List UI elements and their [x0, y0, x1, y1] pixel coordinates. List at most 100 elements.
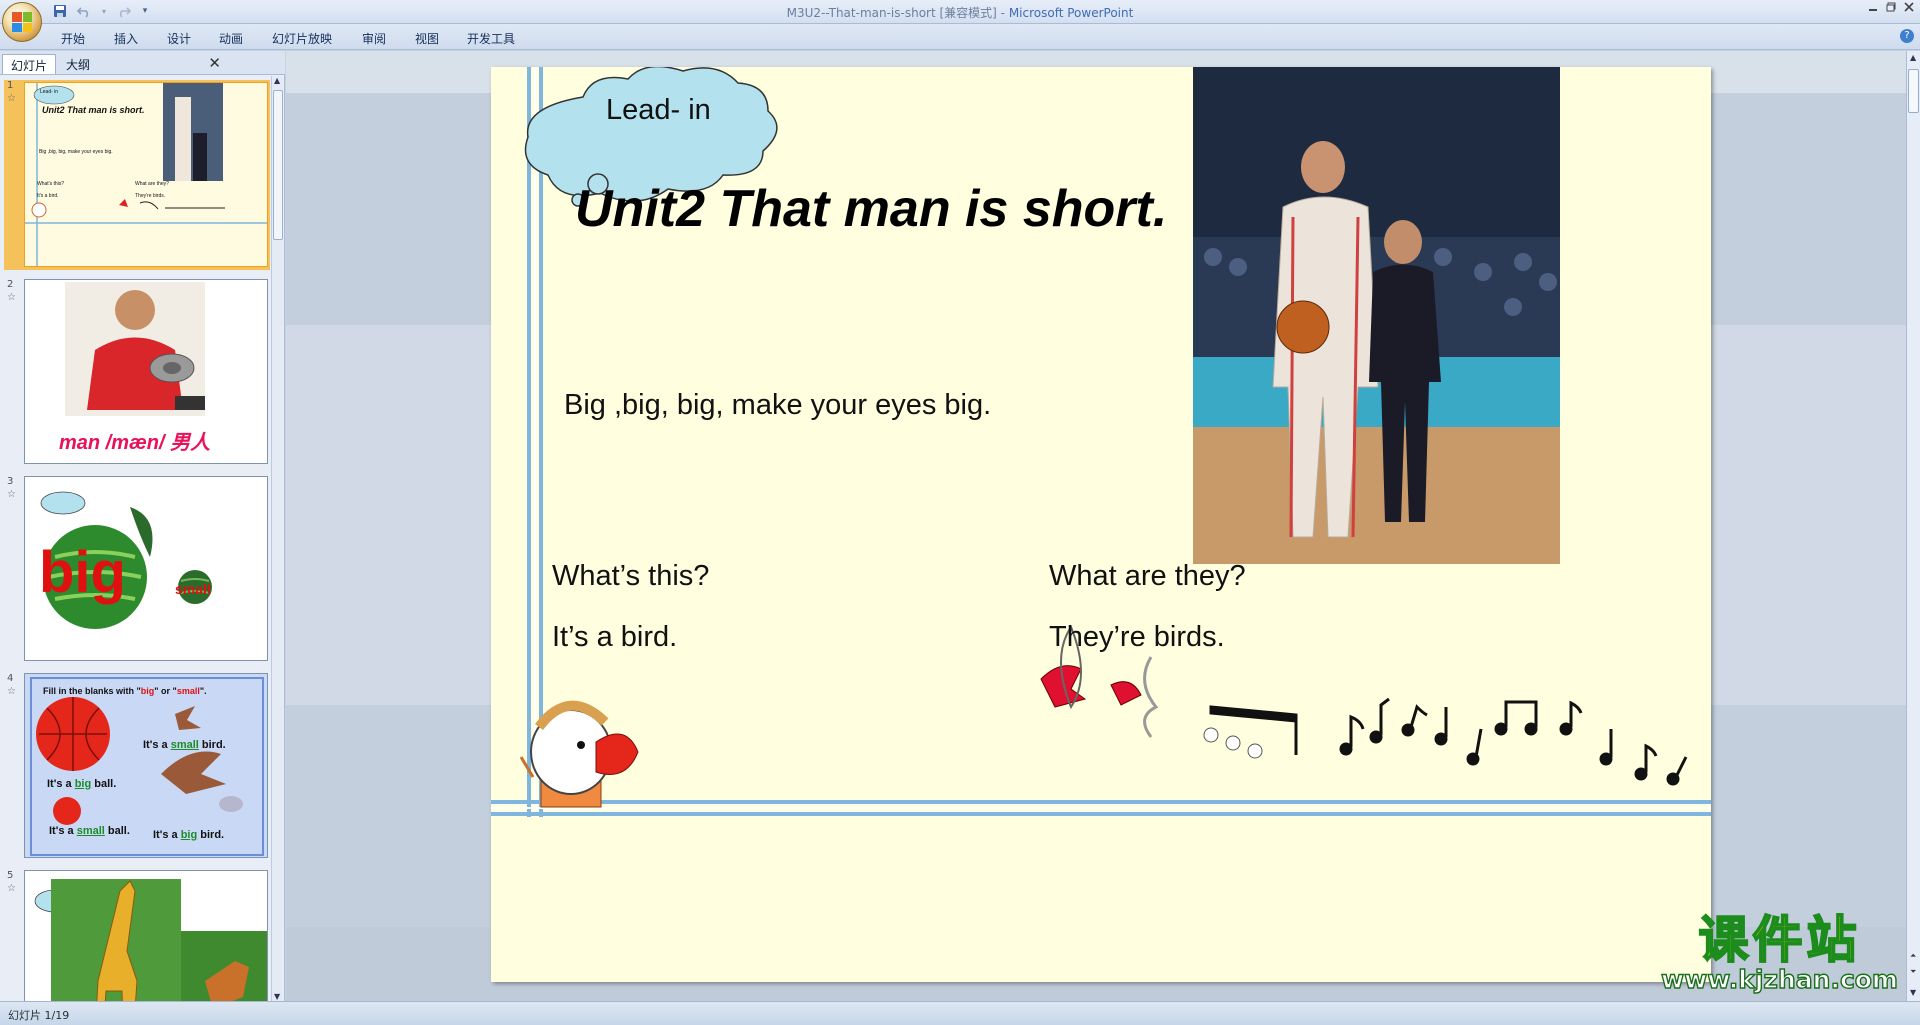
- app-name: Microsoft PowerPoint: [1008, 6, 1134, 20]
- panel-scroll-thumb[interactable]: [273, 90, 283, 240]
- thumb4-answer-3: small: [76, 825, 105, 837]
- ribbon-tabs: 开始 插入 设计 动画 幻灯片放映 审阅 视图 开发工具 ?: [0, 24, 1920, 50]
- office-button[interactable]: [2, 2, 42, 42]
- slide-thumbnail-3[interactable]: big small: [24, 476, 268, 661]
- tab-review[interactable]: 审阅: [362, 30, 386, 47]
- thumb1-a2: They're birds.: [135, 193, 166, 199]
- editor-scroll-thumb[interactable]: [1908, 69, 1919, 113]
- thumb4-sentence-1: It's a small bird.: [143, 739, 226, 751]
- thumb4-its-a: It's a: [143, 739, 168, 751]
- thumb4-its-a: It's a: [153, 829, 178, 841]
- slide-canvas[interactable]: Lead- in Unit2 That man is short. Big ,b…: [491, 67, 1711, 982]
- thumb4-sentence-2: It's a big ball.: [47, 778, 116, 790]
- close-icon[interactable]: [1904, 2, 1914, 15]
- previous-slide-icon[interactable]: ⏶: [1910, 951, 1916, 961]
- question-2[interactable]: What are they?: [1049, 560, 1246, 593]
- transition-icon: ☆: [7, 686, 16, 697]
- transition-icon: ☆: [7, 93, 16, 104]
- restore-icon[interactable]: [1886, 2, 1896, 15]
- watermark-url: www.kjzhan.com: [1660, 965, 1898, 994]
- thumb4-noun: ball.: [94, 778, 117, 790]
- thumb1-a1: It's a bird.: [37, 193, 59, 199]
- thumb4-instruction-post: ".: [199, 686, 207, 696]
- thumb4-noun: bird.: [200, 829, 225, 841]
- thumb4-sentence-3: It's a small ball.: [49, 825, 130, 837]
- slide-thumbnail-5[interactable]: [24, 870, 268, 1001]
- thumb1-chant: Big ,big, big, make your eyes big.: [39, 149, 113, 155]
- cartoon-chick: [519, 700, 639, 808]
- thumb1-q1: What's this?: [37, 181, 65, 187]
- thumb4-answer-4: big: [180, 829, 198, 841]
- minimize-icon[interactable]: [1868, 2, 1878, 15]
- thumb4-instruction-mid: " or ": [154, 686, 177, 696]
- slide-counter: 幻灯片 1/19: [8, 1009, 70, 1022]
- status-bar: 幻灯片 1/19: [0, 1001, 1920, 1025]
- question-1[interactable]: What’s this?: [552, 560, 709, 593]
- watermark: 课件站 www.kjzhan.com: [1660, 911, 1898, 994]
- thumbnail-number: 1: [7, 80, 14, 91]
- thumb2-caption: man /mæn/ 男人: [59, 432, 211, 454]
- thumb4-its-a: It's a: [49, 825, 74, 837]
- panel-scrollbar[interactable]: ▲ ▼: [271, 76, 283, 1001]
- tab-slides[interactable]: 幻灯片: [2, 54, 57, 74]
- thumb4-noun: bird.: [201, 739, 226, 751]
- thumb1-cloud-label: Lead- in: [40, 89, 59, 95]
- scroll-up-icon[interactable]: ▲: [1910, 53, 1916, 62]
- slide-title[interactable]: Unit2 That man is short.: [575, 179, 1167, 239]
- window-controls: [1868, 2, 1914, 15]
- watermark-chinese: 课件站: [1698, 911, 1861, 969]
- thumbnail-item[interactable]: 1 ☆ Lead- in Unit2 That man is short. Bi…: [4, 80, 270, 270]
- document-title: M3U2--That-man-is-short [兼容模式]: [786, 6, 997, 20]
- tab-insert[interactable]: 插入: [114, 30, 138, 47]
- thumb3-big-word: big: [39, 540, 126, 605]
- tab-animations[interactable]: 动画: [219, 30, 243, 47]
- next-slide-icon[interactable]: ⏷: [1910, 967, 1916, 977]
- answer-2[interactable]: They’re birds.: [1049, 621, 1225, 654]
- slide-photo[interactable]: [1193, 67, 1560, 564]
- thumb4-instruction-pre: Fill in the blanks with ": [43, 686, 141, 696]
- slide-thumbnail-2[interactable]: man /mæn/ 男人: [24, 279, 268, 464]
- thumb4-instruction: Fill in the blanks with "big" or "small"…: [43, 686, 207, 696]
- thumb1-q2: What are they?: [135, 181, 169, 187]
- transition-icon: ☆: [7, 883, 16, 894]
- scroll-down-icon[interactable]: ▼: [1910, 988, 1916, 997]
- tab-home[interactable]: 开始: [61, 30, 85, 47]
- thumb4-sentence-4: It's a big bird.: [153, 829, 224, 841]
- tab-outline[interactable]: 大纲: [58, 54, 98, 74]
- thumbnail-number: 2: [7, 279, 14, 290]
- thumb4-its-a: It's a: [47, 778, 72, 790]
- thumb4-answer-2: big: [74, 778, 92, 790]
- editor-scrollbar[interactable]: ▲ ⏶ ⏷ ▼: [1906, 51, 1920, 1001]
- tab-developer[interactable]: 开发工具: [467, 30, 515, 47]
- scroll-up-icon[interactable]: ▲: [274, 76, 280, 85]
- title-bar: ▾ ▾ M3U2--That-man-is-short [兼容模式] - Mic…: [0, 0, 1920, 24]
- help-icon[interactable]: ?: [1900, 29, 1914, 43]
- thumbnail-number: 5: [7, 870, 14, 881]
- close-panel-icon[interactable]: ✕: [208, 54, 221, 72]
- slide-thumbnail-1[interactable]: Lead- in Unit2 That man is short. Big ,b…: [24, 82, 268, 267]
- thumb4-word-big: big: [140, 686, 155, 696]
- window-title: M3U2--That-man-is-short [兼容模式] - Microso…: [0, 4, 1920, 21]
- slides-panel: 幻灯片 大纲 ✕ 1 ☆ Lead- in Unit2 That man is …: [0, 51, 285, 1001]
- tab-design[interactable]: 设计: [167, 30, 191, 47]
- chant-text[interactable]: Big ,big, big, make your eyes big.: [564, 389, 991, 422]
- thumbnail-number: 3: [7, 476, 14, 487]
- office-logo-icon: [12, 12, 32, 32]
- answer-1[interactable]: It’s a bird.: [552, 621, 677, 654]
- thumbnail-number: 4: [7, 673, 14, 684]
- tab-view[interactable]: 视图: [415, 30, 439, 47]
- slide-thumbnail-4[interactable]: Fill in the blanks with "big" or "small"…: [24, 673, 268, 858]
- transition-icon: ☆: [7, 292, 16, 303]
- transition-icon: ☆: [7, 489, 16, 500]
- cloud-label[interactable]: Lead- in: [606, 94, 711, 127]
- scroll-down-icon[interactable]: ▼: [274, 992, 280, 1001]
- thumb3-small-word: small: [175, 581, 211, 597]
- tab-slideshow[interactable]: 幻灯片放映: [272, 30, 332, 47]
- title-separator: -: [996, 6, 1009, 20]
- panel-tabs: 幻灯片 大纲 ✕: [0, 51, 285, 75]
- thumb4-noun: ball.: [107, 825, 130, 837]
- thumb4-word-small: small: [176, 686, 200, 696]
- thumb4-answer-1: small: [170, 739, 199, 751]
- thumbnail-list: 1 ☆ Lead- in Unit2 That man is short. Bi…: [0, 76, 272, 1001]
- thumb1-title: Unit2 That man is short.: [42, 105, 145, 115]
